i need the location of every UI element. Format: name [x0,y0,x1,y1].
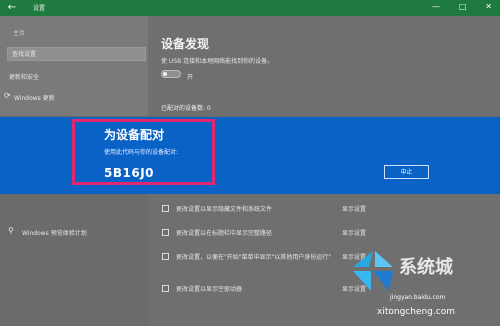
checkbox[interactable] [162,285,169,292]
checkbox[interactable] [162,205,169,212]
stop-button[interactable]: 中止 [384,165,429,179]
option-text: 更改设置，以便在"开始"菜单中显示"以其他用户身份运行" [176,254,332,261]
option-row: 更改设置以在标题栏中显示完整路径 显示设置 [162,228,382,240]
main-pane [148,16,500,116]
option-text: 更改设置以显示空驱动器 [176,286,243,293]
checkbox[interactable] [162,229,169,236]
toggle-state-label: 开 [187,74,194,81]
page-title: 设备发现 [161,37,210,51]
person-icon: ⚲ [8,226,14,235]
maximize-icon[interactable]: □ [459,2,467,14]
minimize-icon[interactable]: — [432,2,440,14]
option-text: 更改设置以在标题栏中显示完整路径 [176,230,273,237]
sidebar-item-windows-update[interactable]: Windows 更新 [14,93,55,102]
refresh-icon: ⟳ [4,91,11,100]
checkbox[interactable] [162,253,169,260]
sidebar-item-insider[interactable]: Windows 预览体验计划 [22,228,87,237]
sidebar-home[interactable]: 主页 [13,28,25,37]
back-arrow-icon[interactable]: ← [6,2,18,14]
option-text: 更改设置以显示隐藏文件和系统文件 [176,206,273,213]
watermark-logo [353,251,393,291]
window-title: 设置 [33,5,46,12]
show-settings-link[interactable]: 显示设置 [342,228,366,237]
search-input[interactable]: 查找设置 [7,47,146,61]
watermark-url: xitongcheng.com [377,307,455,317]
toggle-knob [163,72,167,76]
option-row: 更改设置以显示隐藏文件和系统文件 显示设置 [162,204,382,216]
device-discovery-description: 使 USB 连接和本地网络能找到你的设备。 [161,58,274,65]
window-controls: — □ ✕ [432,2,492,14]
close-icon[interactable]: ✕ [485,2,492,14]
watermark-brand: 系统城 [399,257,453,278]
title-bar [0,0,500,16]
watermark-url-secondary: jingyan.baidu.com [390,294,446,301]
show-settings-link[interactable]: 显示设置 [342,204,366,213]
sidebar-section-label: 更新和安全 [9,74,40,81]
sidebar-lower [0,194,148,326]
highlight-box [72,119,215,185]
paired-devices-count: 已配对的设备数: 0 [161,105,211,112]
